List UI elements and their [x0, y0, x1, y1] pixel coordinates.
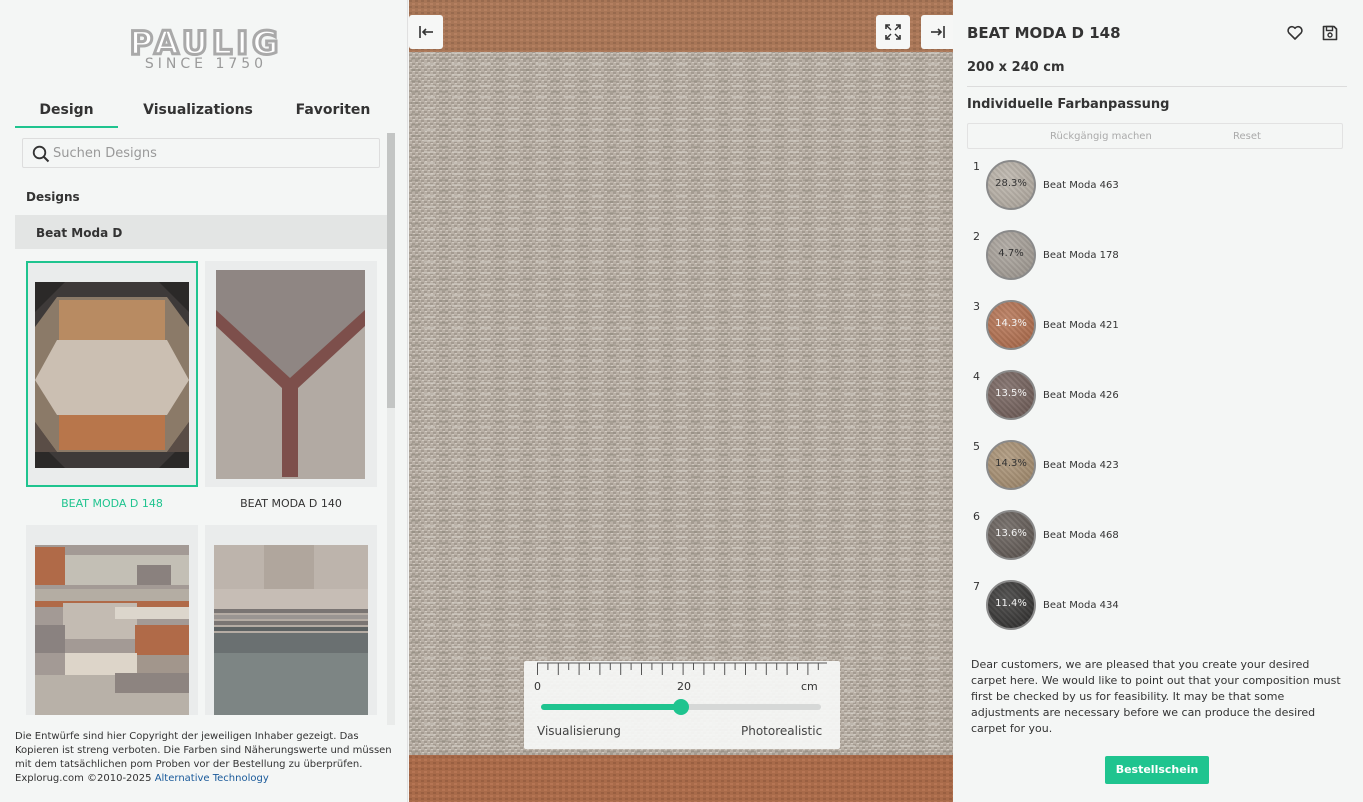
- color-index: 6: [973, 510, 980, 523]
- design-card-148[interactable]: [26, 261, 198, 487]
- color-index: 5: [973, 440, 980, 453]
- color-index: 1: [973, 160, 980, 173]
- design-thumbnail-3: [35, 545, 189, 715]
- color-percentage: 14.3%: [995, 458, 1027, 469]
- save-icon[interactable]: [1321, 24, 1339, 42]
- undo-reset-bar: Rückgängig machen Reset: [967, 123, 1343, 149]
- view-mode-slider[interactable]: [541, 699, 821, 715]
- color-percentage: 11.4%: [995, 598, 1027, 609]
- design-group-row[interactable]: Beat Moda D: [15, 215, 387, 249]
- design-card-3[interactable]: [26, 525, 198, 715]
- color-name: Beat Moda 434: [1043, 600, 1119, 611]
- brand-logo: PAULIG SINCE 1750: [106, 24, 306, 74]
- search-icon: [32, 145, 50, 163]
- reset-button[interactable]: Reset: [1233, 131, 1261, 142]
- design-card-label-148[interactable]: BEAT MODA D 148: [26, 497, 198, 510]
- color-index: 4: [973, 370, 980, 383]
- alternative-technology-link[interactable]: Alternative Technology: [155, 773, 269, 784]
- design-card-label-140[interactable]: BEAT MODA D 140: [205, 497, 377, 510]
- ruler-label-20: 20: [677, 680, 691, 693]
- logo-wordmark: PAULIG: [128, 24, 283, 62]
- app-window: PAULIG SINCE 1750 Design Visualizations …: [0, 0, 1363, 802]
- color-row[interactable]: 6 13.6% Beat Moda 468: [973, 510, 1333, 562]
- color-customization-title: Individuelle Farbanpassung: [967, 97, 1170, 112]
- color-name: Beat Moda 468: [1043, 530, 1119, 541]
- copyright-text: Die Entwürfe sind hier Copyright der jew…: [15, 731, 392, 770]
- copyright-line: Explorug.com ©2010-2025: [15, 773, 152, 784]
- tab-favoriten[interactable]: Favoriten: [278, 96, 388, 128]
- color-name: Beat Moda 463: [1043, 180, 1119, 191]
- color-row[interactable]: 1 28.3% Beat Moda 463: [973, 160, 1333, 212]
- design-card-4[interactable]: [205, 525, 377, 715]
- scale-control: 0 20 cm Visualisierung Photorealistic: [524, 661, 840, 749]
- design-thumbnail-4: [214, 545, 368, 715]
- color-percentage: 4.7%: [998, 248, 1024, 259]
- product-size: 200 x 240 cm: [967, 60, 1065, 75]
- color-name: Beat Moda 426: [1043, 390, 1119, 401]
- color-row[interactable]: 2 4.7% Beat Moda 178: [973, 230, 1333, 282]
- color-percentage: 28.3%: [995, 178, 1027, 189]
- slider-right-label: Photorealistic: [741, 724, 823, 738]
- slider-left-label: Visualisierung: [537, 724, 621, 738]
- copyright-notice: Die Entwürfe sind hier Copyright der jew…: [15, 730, 400, 786]
- fullscreen-icon: [885, 24, 901, 40]
- design-browser-panel: PAULIG SINCE 1750 Design Visualizations …: [0, 0, 408, 802]
- scale-ruler: [537, 662, 827, 675]
- search-box: [22, 138, 380, 168]
- design-thumbnail-140: [216, 270, 365, 479]
- product-detail-panel: BEAT MODA D 148 200 x 240 cm Individuell…: [953, 0, 1363, 802]
- collapse-right-icon: [931, 26, 945, 38]
- color-index: 3: [973, 300, 980, 313]
- tab-visualizations[interactable]: Visualizations: [118, 96, 278, 128]
- slider-fill: [541, 704, 681, 710]
- design-list-scrollbar[interactable]: [387, 133, 395, 725]
- designs-section-label: Designs: [26, 190, 80, 204]
- ruler-label-0: 0: [534, 680, 541, 693]
- logo-since: SINCE 1750: [144, 56, 268, 72]
- tab-bar: Design Visualizations Favoriten: [15, 96, 388, 128]
- undo-button[interactable]: Rückgängig machen: [1050, 131, 1152, 142]
- collapse-right-button[interactable]: [921, 15, 953, 49]
- color-name: Beat Moda 178: [1043, 250, 1119, 261]
- product-title: BEAT MODA D 148: [967, 24, 1121, 42]
- color-name: Beat Moda 423: [1043, 460, 1119, 471]
- color-row[interactable]: 5 14.3% Beat Moda 423: [973, 440, 1333, 492]
- color-name: Beat Moda 421: [1043, 320, 1119, 331]
- design-group-label: Beat Moda D: [36, 226, 123, 240]
- design-thumbnail-148: [35, 282, 189, 468]
- color-percentage: 14.3%: [995, 318, 1027, 329]
- ruler-label-unit: cm: [801, 680, 818, 693]
- scrollbar-thumb[interactable]: [387, 133, 395, 408]
- heart-icon[interactable]: [1286, 24, 1304, 42]
- collapse-left-icon: [419, 26, 433, 38]
- slider-thumb[interactable]: [673, 699, 689, 715]
- color-index: 2: [973, 230, 980, 243]
- fullscreen-button[interactable]: [876, 15, 910, 49]
- color-index: 7: [973, 580, 980, 593]
- color-percentage: 13.6%: [995, 528, 1027, 539]
- rug-viewer[interactable]: 0 20 cm Visualisierung Photorealistic: [409, 0, 953, 802]
- collapse-left-button[interactable]: [409, 15, 443, 49]
- divider: [967, 86, 1347, 87]
- color-row[interactable]: 4 13.5% Beat Moda 426: [973, 370, 1333, 422]
- color-percentage: 13.5%: [995, 388, 1027, 399]
- color-row[interactable]: 7 11.4% Beat Moda 434: [973, 580, 1333, 632]
- customer-notice: Dear customers, we are pleased that you …: [971, 658, 1341, 735]
- order-form-button[interactable]: Bestellschein: [1105, 756, 1209, 784]
- color-row[interactable]: 3 14.3% Beat Moda 421: [973, 300, 1333, 352]
- search-input[interactable]: [53, 143, 373, 163]
- tab-design[interactable]: Design: [15, 96, 118, 128]
- design-card-140[interactable]: [205, 261, 377, 487]
